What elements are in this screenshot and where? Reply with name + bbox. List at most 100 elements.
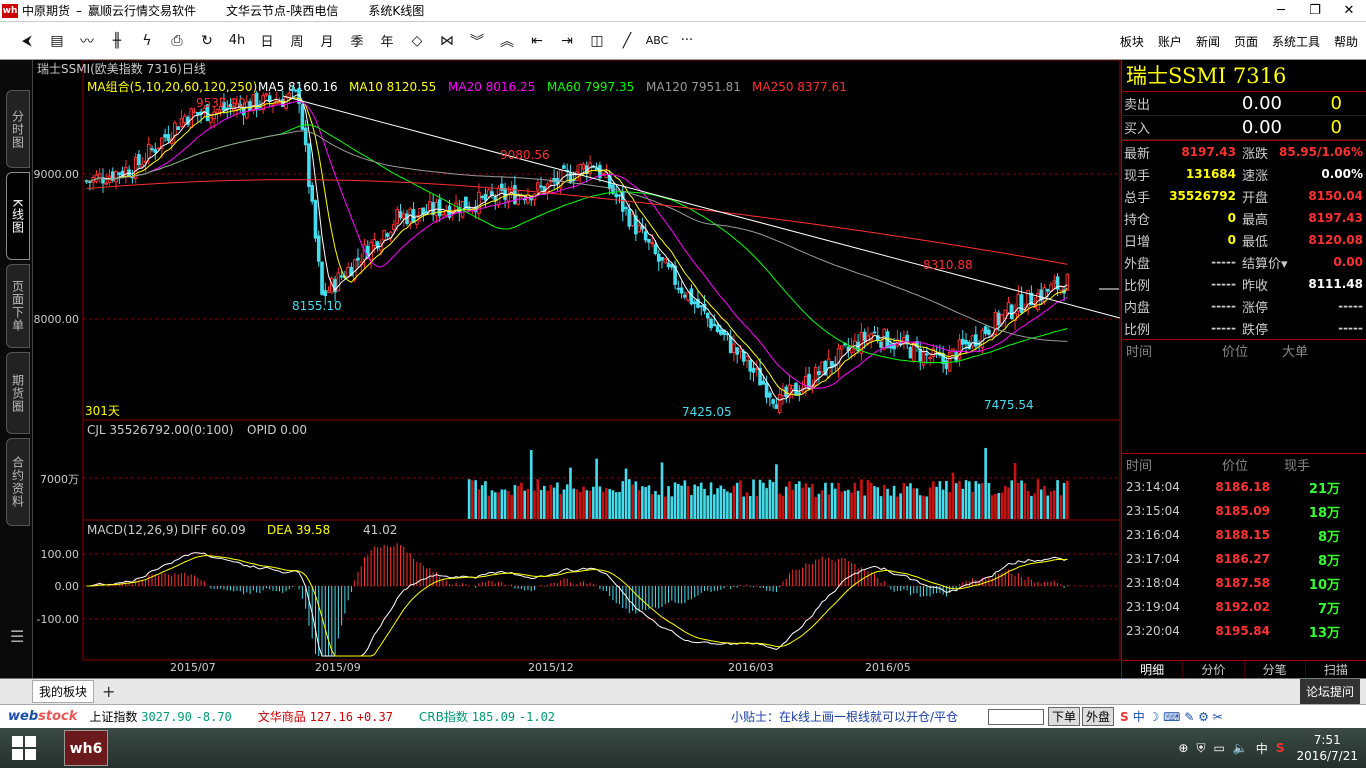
candle-body[interactable] (437, 199, 442, 217)
candle-body[interactable] (705, 312, 710, 319)
candle-body[interactable] (480, 195, 485, 198)
tab-kline[interactable]: K线图 (6, 172, 30, 260)
candle-body[interactable] (627, 208, 632, 227)
candle-body[interactable] (176, 126, 180, 130)
list-menu-icon[interactable]: ☰ (10, 627, 24, 646)
tab-page-order[interactable]: 页面下单 (6, 264, 30, 348)
close-button[interactable]: ✕ (1332, 0, 1366, 22)
candle-body[interactable] (467, 207, 471, 210)
candle-body[interactable] (839, 345, 844, 350)
candle-body[interactable] (398, 211, 403, 219)
menu-account[interactable]: 账户 (1158, 33, 1182, 50)
candle-body[interactable] (1006, 302, 1011, 314)
candle-body[interactable] (637, 225, 641, 233)
back-icon[interactable]: ⮜ (12, 26, 42, 56)
period-day[interactable]: 日 (252, 26, 282, 56)
candle-body[interactable] (964, 339, 968, 345)
ime-toolbar-icon[interactable]: 中 ☽ ⌨ ✎ ⚙ ✂ (1133, 708, 1223, 725)
period-month[interactable]: 月 (312, 26, 342, 56)
candle-body[interactable] (356, 257, 360, 261)
candle-body[interactable] (660, 256, 664, 261)
clock[interactable]: 7:51 2016/7/21 (1296, 732, 1358, 764)
candle-body[interactable] (683, 294, 687, 298)
candle-body[interactable] (797, 392, 802, 395)
menu-news[interactable]: 新闻 (1196, 33, 1220, 50)
candle-body[interactable] (643, 231, 648, 241)
candle-body[interactable] (166, 134, 171, 142)
candle-body[interactable] (192, 111, 197, 114)
candle-body[interactable] (316, 235, 321, 262)
candle-body[interactable] (777, 394, 782, 413)
more-button[interactable]: ··· (672, 26, 702, 56)
tab-time-share[interactable]: 分时图 (6, 90, 30, 168)
candle-body[interactable] (679, 287, 684, 294)
menu-board[interactable]: 板块 (1120, 33, 1144, 50)
candle-body[interactable] (421, 207, 426, 214)
candle-body[interactable] (987, 329, 991, 335)
candle-body[interactable] (195, 112, 200, 115)
restore-button[interactable]: ❐ (1298, 0, 1332, 22)
candle-body[interactable] (326, 290, 331, 293)
candle-body[interactable] (951, 348, 955, 351)
candle-body[interactable] (614, 193, 619, 198)
candle-body[interactable] (666, 262, 671, 268)
menu-help[interactable]: 帮助 (1334, 33, 1358, 50)
candle-body[interactable] (578, 164, 583, 176)
candle-body[interactable] (1065, 273, 1070, 291)
candle-body[interactable] (650, 242, 654, 245)
candle-body[interactable] (1009, 304, 1014, 320)
candle-body[interactable] (712, 323, 717, 327)
taskbar-app-wh6[interactable]: wh6 (64, 730, 108, 766)
candle-body[interactable] (477, 191, 481, 214)
save-icon[interactable]: ⎙ (162, 26, 192, 56)
candle-body[interactable] (395, 209, 400, 224)
candle-body[interactable] (539, 185, 543, 188)
tray-volume-icon[interactable]: 🔈 (1233, 741, 1248, 755)
candle-body[interactable] (137, 154, 141, 166)
candle-body[interactable] (1042, 287, 1047, 303)
sell-row[interactable]: 卖出 0.00 0 (1122, 92, 1366, 116)
candle-body[interactable] (173, 122, 177, 137)
candle-body[interactable] (401, 213, 406, 219)
candle-body[interactable] (944, 360, 949, 369)
menu-system-tools[interactable]: 系统工具 (1272, 33, 1320, 50)
candle-body[interactable] (575, 171, 579, 181)
candle-body[interactable] (124, 167, 128, 178)
candle-body[interactable] (1052, 280, 1057, 284)
order-button[interactable]: 下单 (1048, 707, 1081, 726)
candle-body[interactable] (146, 144, 151, 159)
candle-body[interactable] (117, 172, 122, 176)
tab-trades[interactable]: 分笔 (1245, 661, 1306, 678)
candle-body[interactable] (676, 287, 681, 290)
candle-body[interactable] (974, 334, 978, 347)
candle-body[interactable] (182, 115, 187, 124)
candle-body[interactable] (768, 392, 772, 398)
candle-body[interactable] (928, 357, 932, 360)
candle-body[interactable] (562, 165, 566, 169)
candle-body[interactable] (352, 259, 357, 280)
period-quarter[interactable]: 季 (342, 26, 372, 56)
candle-body[interactable] (686, 292, 690, 301)
arrow-left-icon[interactable]: ⇤ (522, 26, 552, 56)
candle-body[interactable] (862, 331, 867, 341)
tick-row[interactable]: 23:19:04 8192.02 7万 (1122, 595, 1366, 619)
period-4h[interactable]: 4h (222, 26, 252, 56)
windows-start-icon[interactable] (12, 736, 36, 760)
period-week[interactable]: 周 (282, 26, 312, 56)
candle-body[interactable] (732, 343, 736, 353)
candle-body[interactable] (346, 266, 350, 277)
candle-body[interactable] (836, 348, 841, 370)
candle-body[interactable] (336, 272, 341, 292)
flash-icon[interactable]: ϟ (132, 26, 162, 56)
index-sh[interactable]: 上证指数 3027.90 -8.70 (89, 708, 231, 725)
candle-body[interactable] (715, 324, 720, 332)
tick-row[interactable]: 23:17:04 8186.27 8万 (1122, 547, 1366, 571)
minimize-button[interactable]: ─ (1264, 0, 1298, 22)
candle-body[interactable] (254, 92, 259, 111)
menu-page[interactable]: 页面 (1234, 33, 1258, 50)
refresh-icon[interactable]: ↻ (192, 26, 222, 56)
candle-body[interactable] (960, 338, 965, 345)
candle-body[interactable] (264, 93, 269, 96)
candle-body[interactable] (790, 384, 795, 390)
candle-body[interactable] (653, 244, 658, 255)
